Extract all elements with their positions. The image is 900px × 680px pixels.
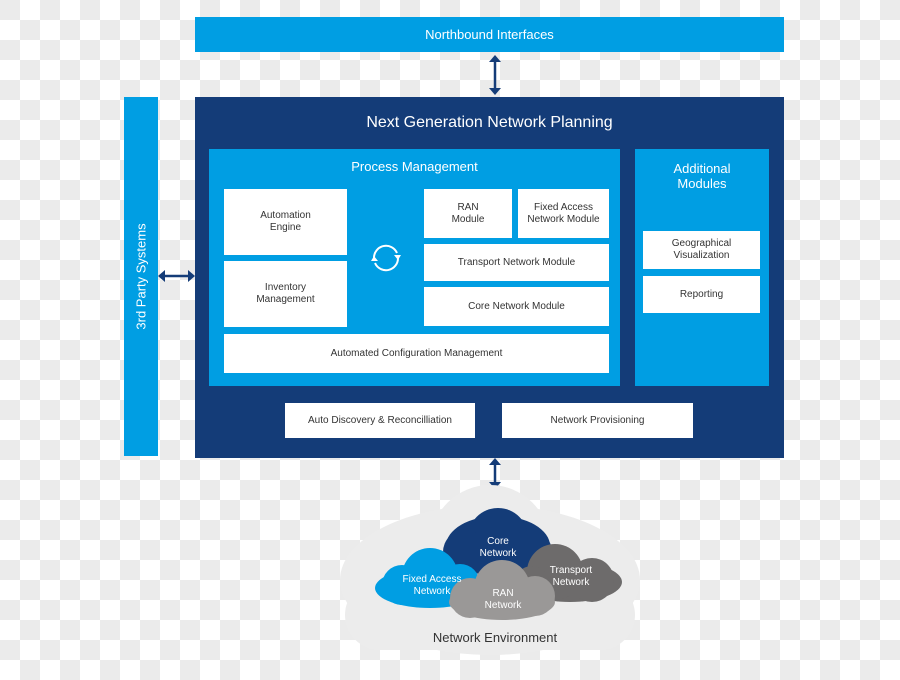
northbound-arrow-icon	[489, 55, 501, 95]
ran-module-box: RAN Module	[424, 189, 512, 238]
third-party-systems-bar: 3rd Party Systems	[124, 97, 158, 456]
automation-engine-box: Automation Engine	[224, 189, 347, 255]
network-provisioning-box: Network Provisioning	[502, 403, 693, 438]
third-party-arrow-icon	[158, 270, 195, 282]
third-party-systems-label: 3rd Party Systems	[133, 223, 149, 330]
fixed-access-network-label: Fixed Access Network	[402, 574, 462, 597]
platform-title: Next Generation Network Planning	[366, 114, 613, 131]
automated-config-management-box: Automated Configuration Management	[224, 334, 609, 373]
network-environment-label: Network Environment	[432, 629, 558, 645]
inventory-management-box: Inventory Management	[224, 261, 347, 327]
fixed-access-module-box: Fixed Access Network Module	[518, 189, 609, 238]
northbound-interfaces-label: Northbound Interfaces	[425, 27, 554, 42]
ran-network-label: RAN Network	[484, 588, 522, 611]
process-management-title: Process Management	[351, 158, 478, 174]
geographical-visualization-box: Geographical Visualization	[643, 231, 760, 269]
transport-network-label: Transport Network	[549, 565, 593, 588]
auto-discovery-box: Auto Discovery & Reconcilliation	[285, 403, 475, 438]
refresh-cycle-icon	[371, 244, 401, 272]
reporting-box: Reporting	[643, 276, 760, 313]
core-network-label: Core Network	[479, 536, 517, 559]
core-network-module-box: Core Network Module	[424, 287, 609, 326]
additional-modules-title: Additional Modules	[673, 161, 731, 191]
transport-network-module-box: Transport Network Module	[424, 244, 609, 281]
northbound-interfaces-bar: Northbound Interfaces	[195, 17, 784, 52]
